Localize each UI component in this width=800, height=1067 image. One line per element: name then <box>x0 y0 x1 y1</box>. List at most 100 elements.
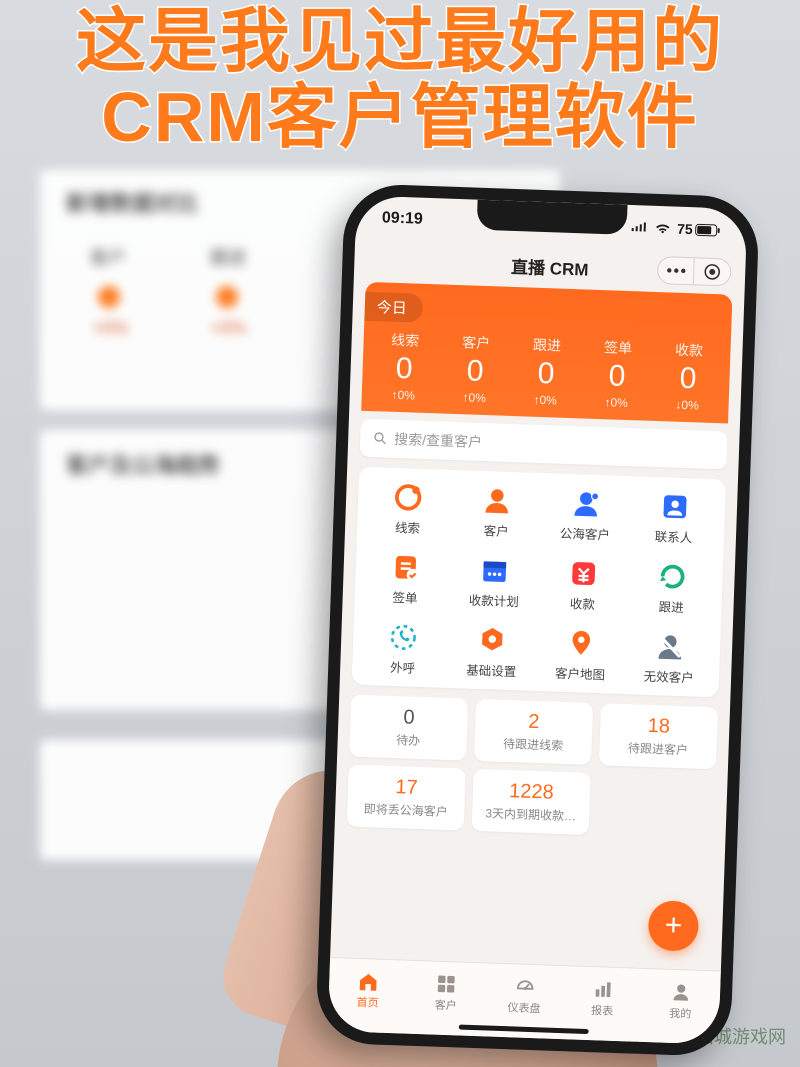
sign-icon <box>391 552 422 583</box>
stat-delta: ↑0% <box>368 387 439 403</box>
leads-icon <box>393 482 424 513</box>
summary-tile[interactable]: 18 待跟进客户 <box>599 703 718 769</box>
grid-icon <box>435 972 458 995</box>
feature-invalid[interactable]: 无效客户 <box>624 630 715 687</box>
tab-label: 仪表盘 <box>507 999 541 1016</box>
tile-label: 即将丢公海客户 <box>351 800 461 821</box>
tile-label: 3天内到期收款… <box>476 804 586 825</box>
stat-value: 0 <box>581 358 653 394</box>
feature-followup[interactable]: 跟进 <box>627 560 718 617</box>
followup-icon <box>657 561 688 592</box>
app-title: 直播 CRM <box>511 252 589 280</box>
feature-label: 收款 <box>570 593 596 613</box>
feature-label: 跟进 <box>658 596 684 616</box>
tile-value: 17 <box>352 775 462 802</box>
ellipsis-icon <box>666 267 686 274</box>
search-icon <box>372 430 389 447</box>
invalid-icon <box>654 631 685 662</box>
stat-label: 客户 <box>440 331 512 353</box>
summary-tile[interactable]: 17 即将丢公海客户 <box>347 765 466 831</box>
dashboard-icon <box>513 975 536 998</box>
stat-3[interactable]: 签单 0 ↑0% <box>580 336 653 410</box>
tab-home[interactable]: 首页 <box>328 958 408 1022</box>
search-placeholder: 搜索/查重客户 <box>394 429 483 452</box>
summary-tiles-row1: 0 待办2 待跟进线索18 待跟进客户 <box>349 695 718 770</box>
stat-delta: ↑0% <box>509 392 580 408</box>
pool-customer-icon <box>570 488 601 519</box>
customer-icon <box>482 485 513 516</box>
stat-label: 跟进 <box>511 334 583 356</box>
feature-leads[interactable]: 线索 <box>363 481 454 538</box>
more-button[interactable] <box>658 257 695 284</box>
stat-value: 0 <box>439 353 511 389</box>
contact-icon <box>659 491 690 522</box>
feature-label: 基础设置 <box>466 660 517 681</box>
feature-call[interactable]: 外呼 <box>358 621 449 678</box>
feature-map[interactable]: 客户地图 <box>535 627 626 684</box>
stat-label: 签单 <box>582 336 654 358</box>
map-icon <box>566 628 597 659</box>
tab-chart[interactable]: 报表 <box>562 966 642 1030</box>
summary-tiles-row2: 17 即将丢公海客户1228 3天内到期收款… <box>347 765 716 840</box>
stat-value: 0 <box>368 351 440 387</box>
tab-grid[interactable]: 客户 <box>406 961 486 1025</box>
feature-label: 签单 <box>392 587 418 607</box>
feature-sign[interactable]: 签单 <box>360 551 451 608</box>
stat-4[interactable]: 收款 0 ↓0% <box>651 339 724 413</box>
tile-value: 18 <box>604 713 714 740</box>
feature-settings[interactable]: 基础设置 <box>447 624 538 681</box>
call-icon <box>388 622 419 653</box>
today-stats-card: 今日 线索 0 ↑0%客户 0 ↑0%跟进 0 ↑0%签单 0 ↑0%收款 0 <box>361 282 732 424</box>
plan-icon <box>479 555 510 586</box>
payment-icon <box>568 558 599 589</box>
today-badge[interactable]: 今日 <box>364 292 423 323</box>
tile-label: 待办 <box>353 730 463 751</box>
miniprogram-actions <box>657 256 732 287</box>
feature-label: 客户地图 <box>555 663 606 684</box>
stat-label: 收款 <box>653 339 725 361</box>
tile-value: 2 <box>479 709 589 736</box>
tab-label: 首页 <box>356 993 379 1010</box>
target-icon <box>703 263 722 282</box>
feature-label: 收款计划 <box>468 590 519 611</box>
feature-customer[interactable]: 客户 <box>452 484 543 541</box>
feature-grid: 线索 客户 公海客户 联系人 签单 收款计划 收款 跟进 外呼 基础设置 客户地… <box>352 467 726 698</box>
summary-tile[interactable]: 2 待跟进线索 <box>474 699 593 765</box>
tile-label: 待跟进客户 <box>603 738 713 759</box>
feature-contact[interactable]: 联系人 <box>629 490 720 547</box>
status-time: 09:19 <box>382 209 424 228</box>
plus-icon: + <box>664 909 683 944</box>
stat-label: 线索 <box>369 329 441 351</box>
stat-2[interactable]: 跟进 0 ↑0% <box>509 334 582 408</box>
summary-tile[interactable]: 0 待办 <box>349 695 468 761</box>
stat-delta: ↑0% <box>580 394 651 410</box>
add-fab[interactable]: + <box>648 900 700 952</box>
close-button[interactable] <box>694 258 731 285</box>
feature-label: 客户 <box>483 520 509 540</box>
stat-0[interactable]: 线索 0 ↑0% <box>368 329 441 403</box>
stat-value: 0 <box>652 361 724 397</box>
feature-payment[interactable]: 收款 <box>538 557 629 614</box>
phone-screen: 09:19 75 直播 CRM 今日 线索 0 <box>328 195 748 1044</box>
feature-label: 公海客户 <box>560 523 611 544</box>
feature-pool-customer[interactable]: 公海客户 <box>540 487 631 544</box>
feature-label: 联系人 <box>655 526 693 546</box>
stat-1[interactable]: 客户 0 ↑0% <box>438 331 511 405</box>
feature-label: 线索 <box>395 517 421 537</box>
tab-dashboard[interactable]: 仪表盘 <box>484 963 564 1027</box>
tab-user[interactable]: 我的 <box>641 969 721 1033</box>
tab-label: 我的 <box>669 1004 692 1021</box>
tile-value: 0 <box>354 705 464 732</box>
stat-delta: ↓0% <box>651 397 722 413</box>
user-icon <box>670 980 693 1003</box>
stat-delta: ↑0% <box>438 389 509 405</box>
battery-indicator: 75 <box>677 221 721 239</box>
feature-plan[interactable]: 收款计划 <box>449 554 540 611</box>
notch <box>476 200 627 235</box>
summary-tile[interactable]: 1228 3天内到期收款… <box>472 769 591 835</box>
chart-icon <box>591 978 614 1001</box>
tab-label: 报表 <box>591 1002 614 1019</box>
feature-label: 无效客户 <box>643 666 694 687</box>
stat-value: 0 <box>510 356 582 392</box>
search-input[interactable]: 搜索/查重客户 <box>360 419 728 470</box>
